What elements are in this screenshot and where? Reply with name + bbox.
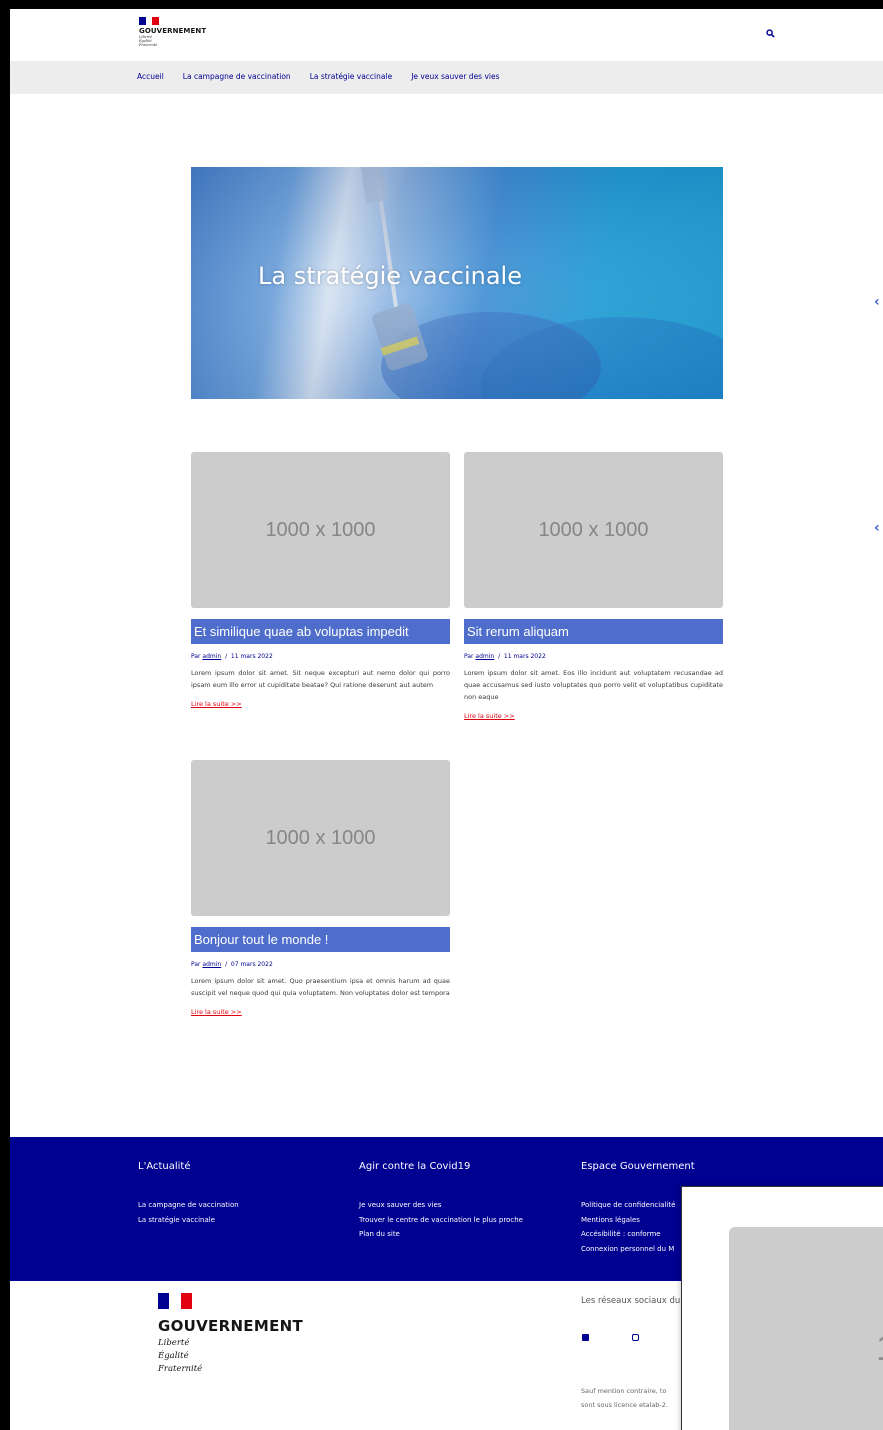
post-meta: Par admin / 11 mars 2022 bbox=[464, 653, 546, 660]
post-date: 11 mars 2022 bbox=[230, 653, 273, 660]
post-meta: Par admin / 11 mars 2022 bbox=[191, 653, 273, 660]
post-thumbnail[interactable]: 1000 x 1000 bbox=[191, 452, 450, 608]
read-more-link[interactable]: Lire la suite >> bbox=[191, 700, 242, 708]
footer-heading: Espace Gouvernement bbox=[581, 1161, 695, 1172]
logo-brand-text: GOUVERNEMENT bbox=[158, 1317, 304, 1335]
post-excerpt: Lorem ipsum dolor sit amet. Sit neque ex… bbox=[191, 669, 450, 689]
footer-column-gouvernement: Espace Gouvernement Politique de confide… bbox=[581, 1161, 695, 1256]
footer-link[interactable]: La stratégie vaccinale bbox=[138, 1213, 239, 1228]
footer-link[interactable]: Mentions légales bbox=[581, 1213, 695, 1228]
footer-heading: Agir contre la Covid19 bbox=[359, 1161, 471, 1172]
facebook-icon[interactable] bbox=[582, 1334, 589, 1341]
logo-motto-fraternite: Fraternité bbox=[139, 43, 158, 47]
french-flag-icon bbox=[158, 1293, 192, 1309]
post-title[interactable]: Et similique quae ab voluptas impedit bbox=[191, 619, 450, 644]
footer-link[interactable]: Je veux sauver des vies bbox=[359, 1198, 523, 1213]
nav-item-accueil[interactable]: Accueil bbox=[137, 72, 164, 81]
popup-overlay[interactable]: 1 bbox=[681, 1186, 883, 1430]
post-excerpt: Lorem ipsum dolor sit amet. Quo praesent… bbox=[191, 977, 450, 997]
post-author-link[interactable]: admin bbox=[475, 653, 494, 660]
social-heading: Les réseaux sociaux du bbox=[581, 1296, 681, 1306]
post-author-link[interactable]: admin bbox=[202, 961, 221, 968]
post-title[interactable]: Sit rerum aliquam bbox=[464, 619, 723, 644]
chevron-left-icon[interactable]: ‹ bbox=[874, 520, 880, 536]
nav-item-strategie[interactable]: La stratégie vaccinale bbox=[310, 72, 393, 81]
footer-column-covid: Agir contre la Covid19 Je veux sauver de… bbox=[359, 1161, 523, 1242]
logo-motto-egalite: Égalité bbox=[158, 1351, 189, 1361]
post-title[interactable]: Bonjour tout le monde ! bbox=[191, 927, 450, 952]
instagram-icon[interactable] bbox=[632, 1334, 639, 1341]
main-nav: Accueil La campagne de vaccination La st… bbox=[10, 61, 883, 94]
french-flag-icon bbox=[139, 17, 160, 25]
hero-banner: La stratégie vaccinale bbox=[191, 167, 723, 399]
footer-heading: L'Actualité bbox=[138, 1161, 191, 1172]
site-header: GOUVERNEMENT Liberté Égalité Fraternité bbox=[10, 9, 883, 61]
post-excerpt: Lorem ipsum dolor sit amet. Eos illo inc… bbox=[464, 669, 723, 701]
gouvernement-logo[interactable]: GOUVERNEMENT Liberté Égalité Fraternité bbox=[158, 1293, 303, 1374]
footer-column-actualite: L'Actualité La campagne de vaccination L… bbox=[138, 1161, 239, 1227]
post-date: 11 mars 2022 bbox=[503, 653, 546, 660]
logo-motto-fraternite: Fraternité bbox=[158, 1364, 203, 1374]
footer-link[interactable]: La campagne de vaccination bbox=[138, 1198, 239, 1213]
browser-viewport: GOUVERNEMENT Liberté Égalité Fraternité … bbox=[10, 9, 883, 1430]
logo-brand-text: GOUVERNEMENT bbox=[139, 27, 207, 35]
post-card: 1000 x 1000 Bonjour tout le monde ! Par … bbox=[191, 760, 450, 1018]
popup-thumbnail[interactable]: 1 bbox=[729, 1227, 883, 1430]
footer-link[interactable]: Connexion personnel du M bbox=[581, 1242, 695, 1257]
gouvernement-logo[interactable]: GOUVERNEMENT Liberté Égalité Fraternité bbox=[139, 17, 206, 47]
post-date: 07 mars 2022 bbox=[230, 961, 273, 968]
read-more-link[interactable]: Lire la suite >> bbox=[464, 712, 515, 720]
footer-link[interactable]: Trouver le centre de vaccination le plus… bbox=[359, 1213, 523, 1228]
nav-item-campagne[interactable]: La campagne de vaccination bbox=[183, 72, 291, 81]
post-meta: Par admin / 07 mars 2022 bbox=[191, 961, 273, 968]
post-thumbnail[interactable]: 1000 x 1000 bbox=[191, 760, 450, 916]
nav-item-sauver-des-vies[interactable]: Je veux sauver des vies bbox=[411, 72, 499, 81]
hero-title: La stratégie vaccinale bbox=[258, 262, 522, 290]
post-card: 1000 x 1000 Sit rerum aliquam Par admin … bbox=[464, 452, 723, 722]
search-icon[interactable] bbox=[766, 29, 775, 38]
read-more-link[interactable]: Lire la suite >> bbox=[191, 1008, 242, 1016]
post-thumbnail[interactable]: 1000 x 1000 bbox=[464, 452, 723, 608]
logo-motto-liberte: Liberté bbox=[158, 1338, 190, 1348]
footer-link[interactable]: Politique de confidencialité bbox=[581, 1198, 695, 1213]
post-card: 1000 x 1000 Et similique quae ab volupta… bbox=[191, 452, 450, 710]
post-author-link[interactable]: admin bbox=[202, 653, 221, 660]
footer-link[interactable]: Accésibilité : conforme bbox=[581, 1227, 695, 1242]
chevron-left-icon[interactable]: ‹ bbox=[874, 294, 880, 310]
license-text: Sauf mention contraire, to sont sous lic… bbox=[581, 1387, 668, 1409]
footer-link[interactable]: Plan du site bbox=[359, 1227, 523, 1242]
